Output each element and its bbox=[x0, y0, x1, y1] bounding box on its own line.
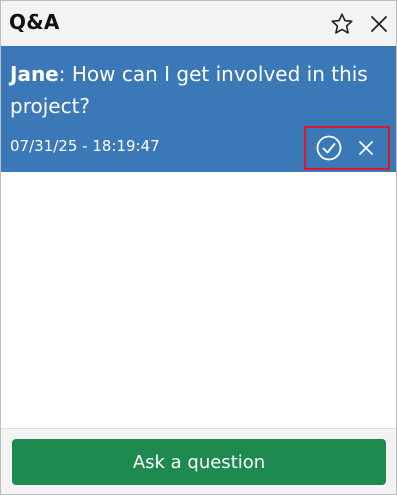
close-icon bbox=[371, 16, 387, 32]
approve-question-button[interactable] bbox=[314, 133, 344, 163]
panel-header: Q&A bbox=[1, 1, 396, 46]
qa-panel: Q&A Jane: How can I get involved in this… bbox=[0, 0, 397, 495]
ask-question-button[interactable]: Ask a question bbox=[12, 439, 386, 485]
question-actions bbox=[304, 126, 390, 170]
question-card: Jane: How can I get involved in this pro… bbox=[1, 46, 396, 172]
favorite-button[interactable] bbox=[329, 11, 355, 37]
question-timestamp: 07/31/25 - 18:19:47 bbox=[10, 137, 160, 155]
author-separator: : bbox=[58, 62, 72, 86]
panel-title: Q&A bbox=[9, 10, 60, 34]
question-text: Jane: How can I get involved in this pro… bbox=[10, 58, 380, 122]
question-author: Jane bbox=[10, 62, 59, 86]
check-circle-icon bbox=[316, 135, 341, 161]
dismiss-question-button[interactable] bbox=[351, 133, 381, 163]
close-panel-button[interactable] bbox=[366, 11, 392, 37]
panel-footer: Ask a question bbox=[1, 428, 396, 494]
star-outline-icon bbox=[331, 13, 353, 34]
close-icon bbox=[358, 141, 373, 155]
